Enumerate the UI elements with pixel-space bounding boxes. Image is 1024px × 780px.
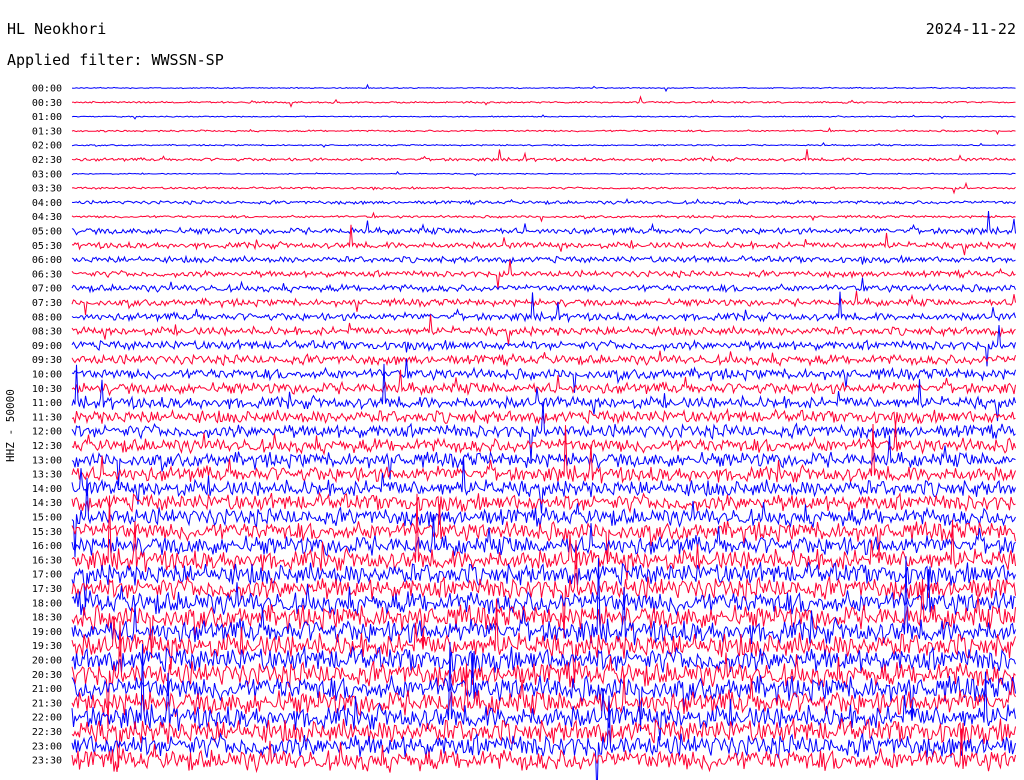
- time-tick-label: 14:30: [32, 498, 62, 509]
- time-tick-label: 21:30: [32, 698, 62, 709]
- time-tick-label: 16:00: [32, 541, 62, 552]
- trace-line: [71, 211, 1016, 223]
- time-tick-label: 20:00: [32, 656, 62, 667]
- time-tick-label: 08:30: [32, 327, 62, 338]
- time-tick-label: 20:30: [32, 670, 62, 681]
- trace-line: [71, 254, 1016, 265]
- time-tick-label: 12:30: [32, 441, 62, 452]
- time-tick-label: 01:30: [32, 126, 62, 137]
- time-tick-labels: 00:00 00:30 01:00 01:30 02:00 02:30 03:00 03:30…: [32, 84, 62, 767]
- time-tick-label: 17:30: [32, 584, 62, 595]
- trace-line: [71, 259, 1016, 289]
- time-tick-label: 10:30: [32, 384, 62, 395]
- time-tick-label: 04:00: [32, 198, 62, 209]
- trace-line: [71, 181, 1016, 195]
- trace-line: [71, 728, 1016, 774]
- time-tick-label: 19:00: [32, 627, 62, 638]
- time-tick-label: 15:30: [32, 527, 62, 538]
- time-tick-label: 11:30: [32, 412, 62, 423]
- trace-line: [71, 127, 1016, 136]
- time-tick-label: 00:00: [32, 84, 62, 95]
- time-tick-label: 13:30: [32, 470, 62, 481]
- time-tick-label: 23:00: [32, 741, 62, 752]
- time-tick-label: 15:00: [32, 513, 62, 524]
- time-tick-label: 11:00: [32, 398, 62, 409]
- time-tick-label: 14:00: [32, 484, 62, 495]
- time-tick-label: 10:00: [32, 370, 62, 381]
- time-tick-label: 21:00: [32, 684, 62, 695]
- time-tick-label: 16:30: [32, 555, 62, 566]
- time-tick-label: 22:00: [32, 713, 62, 724]
- time-tick-label: 09:30: [32, 355, 62, 366]
- time-tick-label: 03:00: [32, 169, 62, 180]
- trace-line: [71, 149, 1016, 163]
- helicorder-plot: 00:00 00:30 01:00 01:30 02:00 02:30 03:00 03:30…: [32, 83, 1016, 780]
- time-tick-label: 02:00: [32, 141, 62, 152]
- time-tick-label: 13:00: [32, 455, 62, 466]
- trace-line: [71, 210, 1016, 236]
- trace-line: [71, 83, 1016, 93]
- time-tick-label: 22:30: [32, 727, 62, 738]
- time-tick-label: 02:30: [32, 155, 62, 166]
- time-tick-label: 08:00: [32, 312, 62, 323]
- time-tick-label: 05:30: [32, 241, 62, 252]
- time-tick-label: 01:00: [32, 112, 62, 123]
- time-tick-label: 04:30: [32, 212, 62, 223]
- trace-line: [71, 290, 1016, 316]
- time-tick-label: 18:30: [32, 613, 62, 624]
- time-tick-label: 06:30: [32, 269, 62, 280]
- time-tick-label: 19:30: [32, 641, 62, 652]
- trace-line: [71, 314, 1016, 345]
- time-tick-label: 00:30: [32, 98, 62, 109]
- time-tick-label: 07:30: [32, 298, 62, 309]
- time-tick-label: 07:00: [32, 284, 62, 295]
- trace-line: [71, 170, 1016, 177]
- trace-line: [71, 95, 1016, 108]
- trace-line: [71, 277, 1016, 294]
- time-tick-label: 03:30: [32, 184, 62, 195]
- trace-line: [71, 141, 1016, 148]
- trace-line: [71, 224, 1016, 256]
- time-tick-label: 05:00: [32, 227, 62, 238]
- time-tick-label: 17:00: [32, 570, 62, 581]
- trace-line: [71, 114, 1016, 120]
- time-tick-label: 09:00: [32, 341, 62, 352]
- time-tick-label: 06:00: [32, 255, 62, 266]
- time-tick-label: 18:00: [32, 598, 62, 609]
- time-tick-label: 23:30: [32, 756, 62, 767]
- trace-line: [71, 197, 1016, 206]
- trace-line: [71, 491, 1016, 516]
- trace-line: [71, 350, 1016, 368]
- trace-line: [71, 291, 1016, 324]
- time-tick-label: 12:00: [32, 427, 62, 438]
- trace-group: [71, 83, 1016, 780]
